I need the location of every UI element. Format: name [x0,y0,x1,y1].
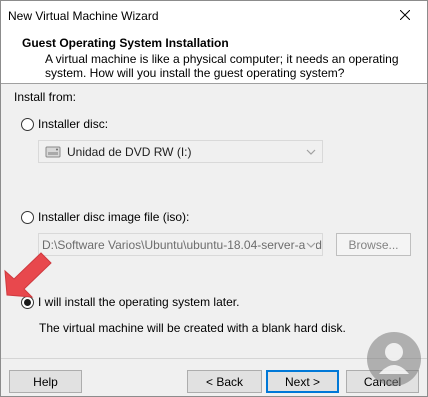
red-arrow-annotation [1,249,61,304]
installer-disc-option[interactable]: Installer disc: [21,117,108,131]
dvd-drive-icon [45,145,61,159]
wizard-window: New Virtual Machine Wizard Guest Operati… [0,0,428,397]
install-later-label: I will install the operating system late… [38,295,240,309]
header-title: Guest Operating System Installation [22,36,229,50]
iso-option[interactable]: Installer disc image file (iso): [21,210,189,224]
installer-disc-radio[interactable] [21,117,34,131]
disc-drive-select[interactable]: Unidad de DVD RW (I:) [38,140,323,163]
wizard-header: Guest Operating System Installation A vi… [1,31,427,84]
back-button[interactable]: < Back [187,370,262,393]
iso-label: Installer disc image file (iso): [38,210,190,224]
iso-radio[interactable] [21,210,34,224]
title-bar: New Virtual Machine Wizard [1,1,427,31]
wizard-content: Install from: Installer disc: Unidad de … [1,85,427,357]
chevron-down-icon [306,239,316,253]
iso-path-select[interactable]: D:\Software Varios\Ubuntu\ubuntu-18.04-s… [38,233,323,256]
install-later-description: The virtual machine will be created with… [39,321,346,335]
chevron-down-icon [306,146,316,160]
close-button[interactable] [383,1,427,31]
install-from-label: Install from: [14,90,77,104]
close-icon [399,9,411,23]
iso-path-value: D:\Software Varios\Ubuntu\ubuntu-18.04-s… [42,237,322,252]
help-button[interactable]: Help [9,370,82,393]
next-button[interactable]: Next > [266,370,339,393]
window-title: New Virtual Machine Wizard [8,9,159,23]
footer-separator [1,358,427,359]
installer-disc-label: Installer disc: [38,117,109,131]
solvetic-logo [365,330,423,388]
browse-button[interactable]: Browse... [336,233,411,256]
header-description: A virtual machine is like a physical com… [45,52,399,80]
disc-drive-value: Unidad de DVD RW (I:) [67,144,192,159]
